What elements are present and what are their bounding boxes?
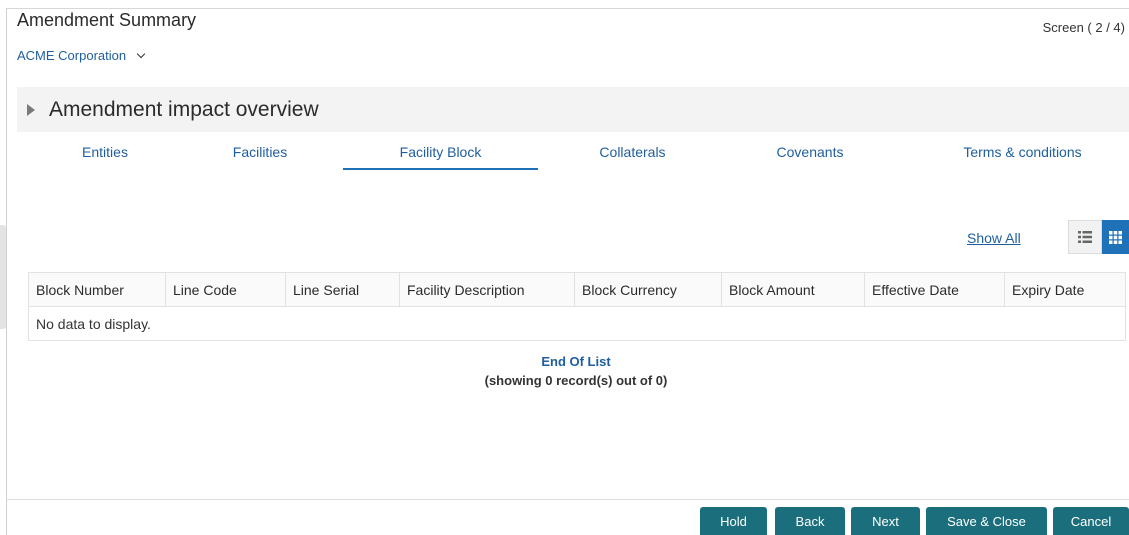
cancel-button[interactable]: Cancel — [1053, 507, 1129, 535]
column-header[interactable]: Effective Date — [864, 272, 1005, 307]
back-button[interactable]: Back — [775, 507, 845, 535]
column-header[interactable]: Block Currency — [574, 272, 722, 307]
table-row: No data to display. — [28, 306, 1126, 341]
view-toggle — [1068, 220, 1129, 254]
grid-view-icon — [1109, 230, 1122, 244]
tab-terms-conditions[interactable]: Terms & conditions — [945, 136, 1100, 170]
window-top-border — [6, 8, 1129, 9]
column-header[interactable]: Facility Description — [399, 272, 575, 307]
facility-block-table: Block Number Line Code Line Serial Facil… — [28, 272, 1126, 341]
tab-bar: Entities Facilities Facility Block Colla… — [0, 136, 1129, 170]
end-of-list-label: End Of List — [541, 354, 611, 369]
tab-collaterals[interactable]: Collaterals — [575, 136, 690, 170]
page-title: Amendment Summary — [17, 10, 197, 30]
tab-facility-block[interactable]: Facility Block — [343, 136, 538, 170]
list-view-icon — [1078, 231, 1092, 243]
tab-covenants[interactable]: Covenants — [755, 136, 865, 170]
organization-dropdown[interactable]: ACME Corporation — [17, 48, 146, 63]
chevron-down-icon — [136, 49, 146, 58]
table-header-row: Block Number Line Code Line Serial Facil… — [28, 272, 1126, 307]
next-button[interactable]: Next — [851, 507, 920, 535]
column-header[interactable]: Line Serial — [285, 272, 400, 307]
impact-overview-header[interactable]: Amendment impact overview — [17, 87, 1129, 132]
footer-divider — [6, 499, 1129, 500]
column-header[interactable]: Block Amount — [721, 272, 865, 307]
expand-triangle-icon — [27, 103, 35, 116]
screen-indicator: Screen ( 2 / 4) — [1042, 20, 1125, 35]
show-all-link[interactable]: Show All — [967, 230, 1021, 246]
side-panel-handle[interactable] — [0, 225, 6, 329]
column-header[interactable]: Expiry Date — [1004, 272, 1126, 307]
tab-entities[interactable]: Entities — [55, 136, 155, 170]
hold-button[interactable]: Hold — [700, 507, 767, 535]
list-view-button[interactable] — [1068, 220, 1102, 254]
section-title: Amendment impact overview — [49, 97, 319, 121]
tab-facilities[interactable]: Facilities — [205, 136, 315, 170]
window-left-border — [6, 8, 7, 535]
record-count-label: (showing 0 record(s) out of 0) — [484, 373, 668, 388]
organization-label: ACME Corporation — [17, 48, 127, 63]
column-header[interactable]: Block Number — [28, 272, 166, 307]
column-header[interactable]: Line Code — [165, 272, 286, 307]
save-close-button[interactable]: Save & Close — [926, 507, 1047, 535]
empty-table-message: No data to display. — [28, 306, 1126, 341]
grid-view-button[interactable] — [1102, 220, 1129, 254]
